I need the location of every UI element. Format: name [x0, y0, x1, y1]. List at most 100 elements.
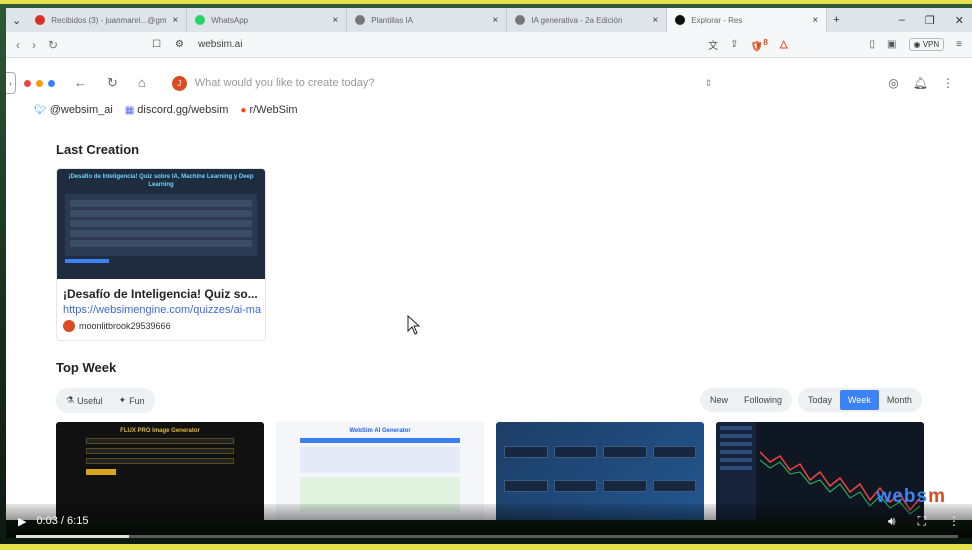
category-label: Useful [77, 395, 103, 406]
category-useful[interactable]: ⚗ Useful [58, 390, 111, 411]
tab-list-icon[interactable]: ⌄ [6, 14, 27, 27]
tile-cell [603, 446, 647, 458]
share-icon[interactable]: ⇪ [730, 39, 738, 50]
feed-filters: New Following [700, 388, 793, 412]
close-icon[interactable]: × [332, 15, 338, 26]
tab-plantillas[interactable]: Plantillas IA × [347, 8, 508, 32]
brave-shield-icon[interactable]: 🛡8 [750, 37, 767, 52]
shield-badge: 8 [763, 36, 768, 47]
author-avatar [63, 320, 75, 332]
brave-rewards-icon[interactable]: △ [780, 39, 788, 50]
tile-cell [603, 480, 647, 492]
refresh-icon[interactable]: ↻ [107, 75, 118, 91]
filter-new[interactable]: New [702, 390, 736, 410]
tile-bar [300, 438, 460, 443]
tile-cell [553, 446, 597, 458]
last-creation-card[interactable]: ¡Desafío de Inteligencia! Quiz sobre IA,… [56, 168, 266, 341]
fullscreen-icon[interactable]: ⛶ [918, 514, 926, 529]
period-week[interactable]: Week [840, 390, 879, 410]
tab-title: IA generativa - 2a Edición [531, 15, 623, 25]
window-controls: – ❐ ✕ [899, 14, 972, 27]
tab-ia-generativa[interactable]: IA generativa - 2a Edición × [507, 8, 668, 32]
tile-button [86, 469, 116, 475]
tab-title: Recibidos (3) - juanmanri...@gmail.com [51, 15, 167, 25]
tile-side-row [720, 442, 752, 446]
menu-icon[interactable]: ≡ [956, 39, 962, 50]
tab-gmail[interactable]: Recibidos (3) - juanmanri...@gmail.com × [27, 8, 188, 32]
tab-explorar[interactable]: Explorar - Res × [667, 8, 828, 32]
social-link-twitter[interactable]: 🐦︎ @websim_ai [34, 104, 113, 116]
gmail-icon [35, 15, 46, 25]
sidebar-expand-handle[interactable]: › [6, 72, 16, 94]
author-name: moonlitbrook29539666 [79, 321, 171, 331]
new-tab-button[interactable]: + [827, 14, 845, 26]
vpn-button[interactable]: ◉ VPN [908, 37, 945, 51]
forward-icon[interactable]: › [32, 38, 36, 52]
thumb-row [70, 240, 252, 247]
websim-page: › ← ↻ ⌂ J What would you like to create … [6, 58, 972, 520]
back-icon[interactable]: ‹ [16, 38, 20, 52]
maximize-icon[interactable]: ❐ [925, 14, 935, 27]
card-link[interactable]: https://websimengine.com/quizzes/ai-ma [57, 301, 265, 316]
spiral-icon[interactable]: ◎ [888, 76, 898, 90]
tile-box [300, 447, 460, 473]
prompt-input[interactable]: What would you like to create today? [195, 77, 685, 89]
thumb-row [70, 200, 252, 207]
home-icon[interactable]: ⌂ [138, 75, 146, 91]
translate-icon[interactable]: 文 [708, 37, 718, 52]
social-label: r/WebSim [249, 104, 298, 116]
tile-heading: WebSim AI Generator [349, 428, 411, 434]
stepper-icon[interactable]: ⇕ [705, 78, 713, 89]
period-today[interactable]: Today [800, 390, 840, 410]
avatar[interactable]: J [171, 75, 187, 91]
tile-cell [504, 480, 548, 492]
tile-side-row [720, 466, 752, 470]
site-settings-icon[interactable]: ⚙ [175, 39, 184, 50]
period-month[interactable]: Month [879, 390, 920, 410]
social-label: discord.gg/websim [137, 104, 229, 116]
url-field[interactable]: ☐ ⚙ websim.ai [152, 39, 242, 50]
bell-icon[interactable]: 🔔︎ [913, 76, 928, 90]
tile-field [86, 458, 234, 464]
card-author[interactable]: moonlitbrook29539666 [57, 316, 265, 336]
dot-yellow [36, 79, 43, 87]
websim-top-bar: ← ↻ ⌂ J What would you like to create to… [24, 68, 954, 98]
close-icon[interactable]: × [492, 15, 498, 26]
url-text: websim.ai [198, 39, 243, 50]
close-icon[interactable]: × [652, 15, 658, 26]
last-creation-heading: Last Creation [56, 142, 140, 157]
thumb-title: ¡Desafío de Inteligencia! Quiz sobre IA,… [68, 174, 254, 188]
close-window-icon[interactable]: ✕ [955, 14, 964, 27]
volume-icon[interactable]: 🔊︎ [888, 514, 896, 529]
reload-icon[interactable]: ↻ [48, 38, 58, 52]
bookmark-icon[interactable]: ☐ [152, 39, 161, 50]
video-controls: ▶ 0:03 / 6:15 🔊︎ ⛶ ⋮ [6, 504, 972, 538]
video-right-controls: 🔊︎ ⛶ ⋮ [888, 514, 972, 529]
party-icon: ✦ [118, 395, 127, 405]
filter-following[interactable]: Following [736, 390, 790, 410]
more-icon[interactable]: ⋮ [948, 514, 960, 529]
sidebar-toggle-icon[interactable]: ▯ [870, 39, 876, 50]
more-icon[interactable]: ⋮ [942, 76, 954, 90]
social-link-discord[interactable]: ▦ discord.gg/websim [125, 104, 229, 116]
tile-cell [504, 446, 548, 458]
wallet-icon[interactable]: ▣ [887, 39, 896, 50]
category-label: Fun [129, 395, 145, 406]
tile-field [86, 438, 234, 444]
websim-nav: ← ↻ ⌂ [74, 75, 146, 91]
tab-whatsapp[interactable]: WhatsApp × [187, 8, 348, 32]
social-link-reddit[interactable]: ● r/WebSim [240, 104, 297, 116]
vpn-label: VPN [922, 39, 940, 49]
social-links: 🐦︎ @websim_ai ▦ discord.gg/websim ● r/WebSi… [34, 104, 298, 116]
card-thumbnail: ¡Desafío de Inteligencia! Quiz sobre IA,… [57, 169, 265, 279]
close-icon[interactable]: × [812, 15, 818, 26]
thumb-row [70, 220, 252, 227]
minimize-icon[interactable]: – [899, 14, 905, 27]
close-icon[interactable]: × [172, 15, 178, 26]
globe-icon [515, 15, 526, 25]
back-arrow-icon[interactable]: ← [74, 75, 87, 91]
play-icon[interactable]: ▶ [18, 515, 26, 528]
video-progress-bar[interactable] [16, 535, 958, 538]
twitter-icon: 🐦︎ [34, 104, 47, 116]
category-fun[interactable]: ✦ Fun [111, 390, 153, 411]
